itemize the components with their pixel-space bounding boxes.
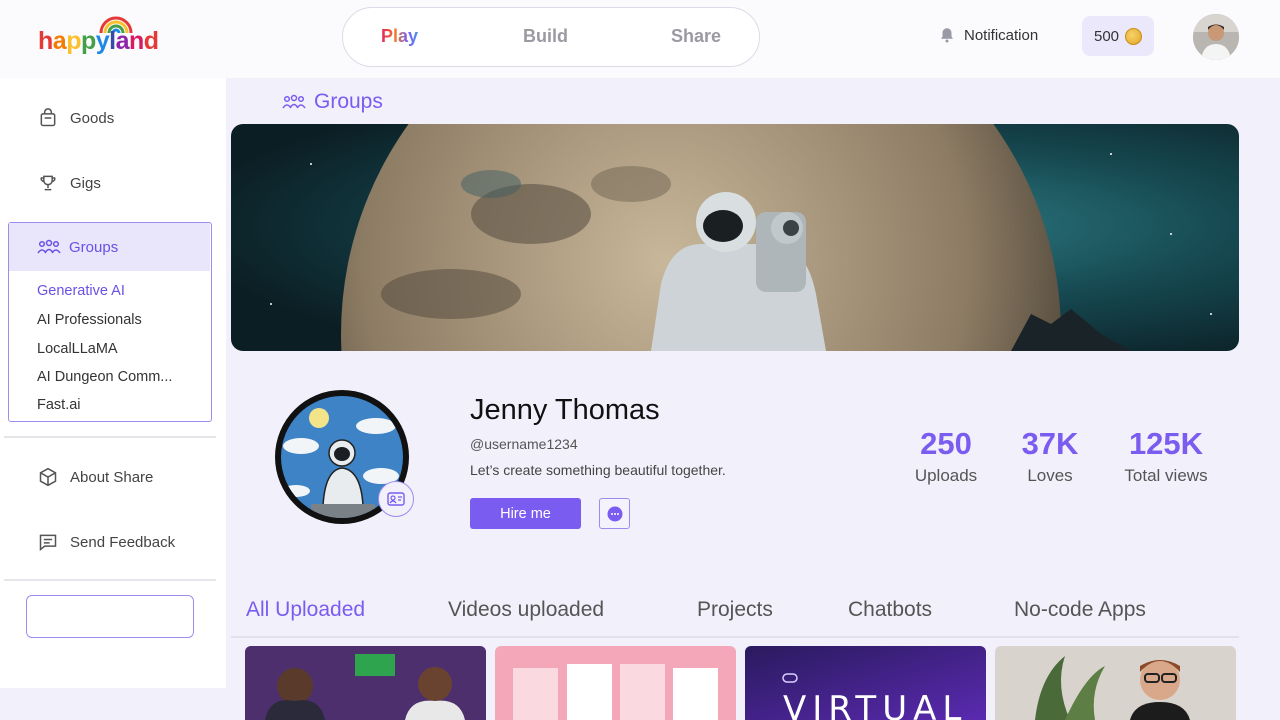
sidebar-item-gigs[interactable]: Gigs bbox=[38, 173, 101, 193]
message-button[interactable] bbox=[599, 498, 630, 529]
logo-letter: p bbox=[80, 27, 96, 55]
upload-thumbnail[interactable]: VIRTUAL bbox=[745, 646, 986, 720]
banner-image bbox=[231, 124, 1239, 351]
sidebar-item-label: Send Feedback bbox=[70, 533, 176, 551]
sidebar-input-box[interactable] bbox=[26, 595, 194, 638]
feedback-icon bbox=[39, 534, 57, 552]
tab-build[interactable]: Build bbox=[523, 26, 568, 47]
profile-name: Jenny Thomas bbox=[470, 394, 660, 426]
logo-text: happyland bbox=[38, 27, 159, 56]
sidebar-divider bbox=[4, 436, 216, 438]
happyland-logo[interactable]: happyland bbox=[38, 12, 168, 62]
logo-letter: y bbox=[95, 27, 110, 55]
upload-thumbnail[interactable] bbox=[495, 646, 736, 720]
thumbnail-text: VIRTUAL bbox=[783, 689, 967, 720]
tab-share[interactable]: Share bbox=[671, 26, 721, 47]
top-header: happyland Play Build Share Notification … bbox=[0, 0, 1280, 78]
thumbnail-image bbox=[245, 646, 486, 720]
sidebar-divider bbox=[4, 579, 216, 581]
bell-icon bbox=[941, 28, 953, 43]
hire-me-button[interactable]: Hire me bbox=[470, 498, 581, 529]
coin-count: 500 bbox=[1093, 27, 1120, 45]
group-item-ai-dungeon[interactable]: AI Dungeon Comm... bbox=[37, 369, 172, 385]
sidebar-item-label: Goods bbox=[70, 109, 115, 127]
stat-label: Total views bbox=[1124, 466, 1208, 485]
groups-panel: Groups Generative AI AI Professionals Lo… bbox=[8, 222, 212, 422]
logo-letter: a bbox=[52, 27, 67, 55]
stat-label: Uploads bbox=[914, 466, 978, 485]
tab-videos-uploaded[interactable]: Videos uploaded bbox=[448, 598, 604, 622]
stat-value: 250 bbox=[920, 426, 972, 461]
group-item-fastai[interactable]: Fast.ai bbox=[37, 397, 81, 413]
logo-letter: a bbox=[115, 27, 130, 55]
tab-play[interactable]: Play bbox=[381, 26, 418, 47]
logo-letter: p bbox=[66, 27, 81, 55]
logo-letter: d bbox=[143, 27, 159, 55]
coin-icon bbox=[1125, 27, 1143, 45]
avatar-image bbox=[1193, 14, 1239, 60]
group-item-ai-professionals[interactable]: AI Professionals bbox=[37, 312, 142, 328]
stat-value: 125K bbox=[1128, 426, 1204, 461]
profile-username: @username1234 bbox=[470, 436, 578, 452]
group-item-localllama[interactable]: LocalLLaMA bbox=[37, 341, 118, 357]
stat-label: Loves bbox=[1027, 466, 1073, 485]
sidebar-item-send-feedback[interactable]: Send Feedback bbox=[38, 532, 175, 552]
bag-icon bbox=[40, 108, 56, 127]
cube-icon bbox=[39, 467, 57, 487]
sidebar-item-goods[interactable]: Goods bbox=[38, 108, 114, 128]
tab-no-code-apps[interactable]: No-code Apps bbox=[1014, 598, 1146, 622]
trophy-icon bbox=[40, 175, 56, 191]
logo-letter: h bbox=[38, 27, 53, 55]
sidebar: Goods Gigs Groups Generative AI AI Profe… bbox=[0, 78, 226, 688]
tab-projects[interactable]: Projects bbox=[697, 598, 773, 622]
tabs-divider bbox=[231, 636, 1239, 638]
tab-chatbots[interactable]: Chatbots bbox=[848, 598, 932, 622]
notification-label: Notification bbox=[964, 26, 1039, 44]
cover-banner bbox=[231, 124, 1239, 351]
groups-icon bbox=[37, 239, 61, 254]
notification-button[interactable]: Notification bbox=[938, 26, 1038, 44]
stat-value: 37K bbox=[1021, 426, 1079, 461]
stat-uploads: 250 Uploads bbox=[908, 426, 984, 486]
stat-loves: 37K Loves bbox=[1018, 426, 1082, 486]
user-avatar[interactable] bbox=[1193, 14, 1239, 60]
page-title-text: Groups bbox=[314, 90, 383, 113]
groups-icon bbox=[282, 94, 306, 109]
stat-total-views: 125K Total views bbox=[1115, 426, 1217, 486]
logo-letter: n bbox=[129, 27, 144, 55]
tab-all-uploaded[interactable]: All Uploaded bbox=[246, 598, 365, 622]
sidebar-item-label: About Share bbox=[70, 468, 154, 486]
id-card-icon bbox=[387, 492, 405, 506]
coin-balance[interactable]: 500 bbox=[1082, 16, 1154, 56]
thumbnail-image bbox=[995, 646, 1236, 720]
upload-thumbnail[interactable] bbox=[995, 646, 1236, 720]
sidebar-item-about-share[interactable]: About Share bbox=[38, 467, 153, 487]
group-item-generative-ai[interactable]: Generative AI bbox=[37, 283, 125, 299]
thumbnail-image bbox=[495, 646, 736, 720]
chat-bubble-icon bbox=[607, 506, 622, 521]
sidebar-item-groups[interactable]: Groups bbox=[9, 223, 210, 271]
change-photo-button[interactable] bbox=[378, 481, 414, 517]
profile-bio: Let’s create something beautiful togethe… bbox=[470, 462, 726, 478]
page-title: Groups bbox=[282, 90, 383, 114]
upload-thumbnail[interactable] bbox=[245, 646, 486, 720]
groups-label: Groups bbox=[69, 238, 119, 256]
mode-tabs: Play Build Share bbox=[342, 7, 760, 67]
sidebar-item-label: Gigs bbox=[70, 174, 101, 192]
thumbnail-image: VIRTUAL bbox=[745, 646, 986, 720]
